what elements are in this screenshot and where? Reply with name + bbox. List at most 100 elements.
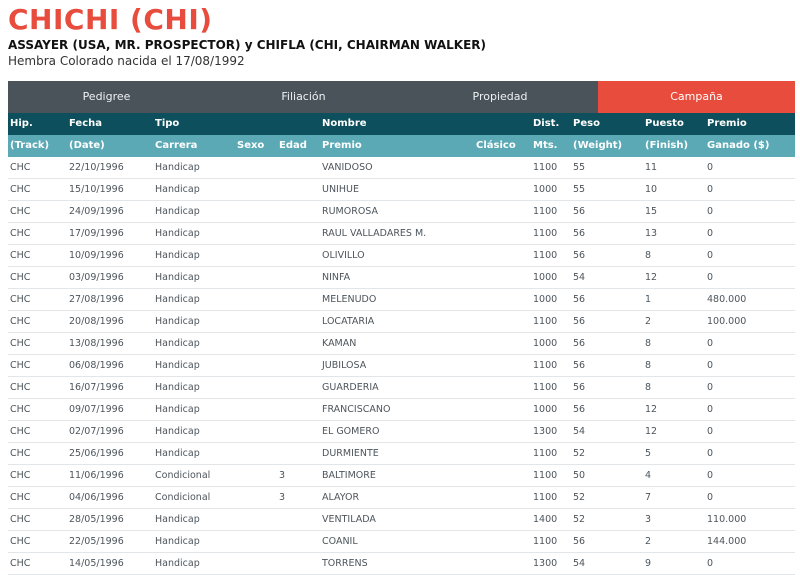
cell-weight: 56: [573, 206, 586, 217]
cell-track: CHC: [10, 272, 31, 283]
cell-date: 20/08/1996: [69, 316, 124, 327]
cell-race-type: Handicap: [155, 448, 200, 459]
table-row: CHC 06/08/1996 Handicap JUBILOSA 1100 56 8 0: [8, 355, 795, 377]
tab-pedigree[interactable]: Pedigree: [8, 81, 205, 113]
tab-filiacion[interactable]: Filiación: [205, 81, 402, 113]
cell-race-type: Handicap: [155, 228, 200, 239]
cell-distance: 1000: [533, 272, 558, 283]
header-bottom-weight: (Weight): [573, 140, 623, 151]
cell-race-type: Handicap: [155, 558, 200, 569]
cell-prize-name: ALAYOR: [322, 492, 360, 503]
cell-date: 16/07/1996: [69, 382, 124, 393]
cell-distance: 1000: [533, 338, 558, 349]
cell-prize-name: JUBILOSA: [322, 360, 367, 371]
cell-race-type: Handicap: [155, 294, 200, 305]
cell-weight: 52: [573, 448, 586, 459]
cell-track: CHC: [10, 250, 31, 261]
race-table-body: CHC 22/10/1996 Handicap VANIDOSO 1100 55 11 0 CH…: [8, 157, 795, 575]
cell-finish: 13: [645, 228, 658, 239]
cell-race-type: Handicap: [155, 250, 200, 261]
cell-track: CHC: [10, 206, 31, 217]
cell-date: 15/10/1996: [69, 184, 124, 195]
cell-prize-won: 0: [707, 558, 714, 569]
cell-prize-won: 110.000: [707, 514, 747, 525]
cell-date: 22/10/1996: [69, 162, 124, 173]
cell-distance: 1100: [533, 250, 558, 261]
header-top-finish: Puesto: [645, 118, 684, 129]
header-bottom-date: (Date): [69, 140, 105, 151]
cell-prize-name: BALTIMORE: [322, 470, 376, 481]
cell-race-type: Handicap: [155, 382, 200, 393]
table-row: CHC 20/08/1996 Handicap LOCATARIA 1100 56 2 100…: [8, 311, 795, 333]
cell-track: CHC: [10, 184, 31, 195]
cell-track: CHC: [10, 492, 31, 503]
cell-distance: 1400: [533, 514, 558, 525]
cell-distance: 1100: [533, 382, 558, 393]
cell-finish: 12: [645, 426, 658, 437]
cell-distance: 1000: [533, 294, 558, 305]
tab-campana[interactable]: Campaña: [598, 81, 795, 113]
header-bottom-distance: Mts.: [533, 140, 558, 151]
cell-date: 28/05/1996: [69, 514, 124, 525]
cell-prize-won: 0: [707, 162, 714, 173]
page-title: CHICHI (CHI): [8, 3, 213, 36]
tab-propiedad[interactable]: Propiedad: [402, 81, 598, 113]
cell-prize-name: RUMOROSA: [322, 206, 379, 217]
cell-race-type: Handicap: [155, 426, 200, 437]
cell-date: 03/09/1996: [69, 272, 124, 283]
cell-finish: 2: [645, 536, 652, 547]
cell-prize-won: 0: [707, 272, 714, 283]
cell-prize-won: 0: [707, 492, 714, 503]
cell-track: CHC: [10, 470, 31, 481]
cell-prize-won: 0: [707, 338, 714, 349]
cell-date: 06/08/1996: [69, 360, 124, 371]
table-row: CHC 14/05/1996 Handicap TORRENS 1300 54 9 0: [8, 553, 795, 575]
cell-distance: 1100: [533, 492, 558, 503]
cell-weight: 52: [573, 514, 586, 525]
cell-race-type: Handicap: [155, 162, 200, 173]
table-row: CHC 17/09/1996 Handicap RAUL VALLADARES M. 1…: [8, 223, 795, 245]
cell-weight: 55: [573, 162, 586, 173]
cell-weight: 56: [573, 250, 586, 261]
cell-finish: 8: [645, 338, 652, 349]
cell-finish: 9: [645, 558, 652, 569]
header-bottom-classic: Clásico: [476, 140, 516, 151]
table-row: CHC 03/09/1996 Handicap NINFA 1000 54 12 0: [8, 267, 795, 289]
cell-date: 27/08/1996: [69, 294, 124, 305]
table-row: CHC 11/06/1996 Condicional 3 BALTIMORE 1100 50…: [8, 465, 795, 487]
cell-finish: 5: [645, 448, 652, 459]
cell-prize-won: 0: [707, 360, 714, 371]
cell-finish: 8: [645, 250, 652, 261]
table-row: CHC 27/08/1996 Handicap MELENUDO 1000 56 1 480.…: [8, 289, 795, 311]
cell-prize-name: UNIHUE: [322, 184, 359, 195]
cell-distance: 1100: [533, 316, 558, 327]
cell-distance: 1100: [533, 162, 558, 173]
cell-race-type: Handicap: [155, 184, 200, 195]
cell-track: CHC: [10, 360, 31, 371]
header-top-prize-name: Nombre: [322, 118, 367, 129]
cell-prize-name: NINFA: [322, 272, 351, 283]
cell-prize-won: 0: [707, 426, 714, 437]
cell-prize-name: VANIDOSO: [322, 162, 373, 173]
cell-weight: 56: [573, 338, 586, 349]
cell-date: 09/07/1996: [69, 404, 124, 415]
cell-distance: 1100: [533, 448, 558, 459]
cell-finish: 10: [645, 184, 658, 195]
horse-birth-info: Hembra Colorado nacida el 17/08/1992: [8, 54, 245, 68]
cell-race-type: Condicional: [155, 492, 211, 503]
cell-track: CHC: [10, 558, 31, 569]
cell-weight: 55: [573, 184, 586, 195]
cell-prize-won: 0: [707, 404, 714, 415]
cell-prize-name: KAMAN: [322, 338, 357, 349]
cell-weight: 56: [573, 536, 586, 547]
header-top-distance: Dist.: [533, 118, 560, 129]
cell-finish: 15: [645, 206, 658, 217]
cell-date: 02/07/1996: [69, 426, 124, 437]
cell-distance: 1100: [533, 470, 558, 481]
cell-distance: 1300: [533, 558, 558, 569]
cell-prize-name: VENTILADA: [322, 514, 376, 525]
cell-date: 24/09/1996: [69, 206, 124, 217]
cell-prize-won: 100.000: [707, 316, 747, 327]
table-header-top: Hip. Fecha Tipo Nombre Dist. Peso Puesto Premio: [8, 113, 795, 135]
cell-race-type: Handicap: [155, 272, 200, 283]
